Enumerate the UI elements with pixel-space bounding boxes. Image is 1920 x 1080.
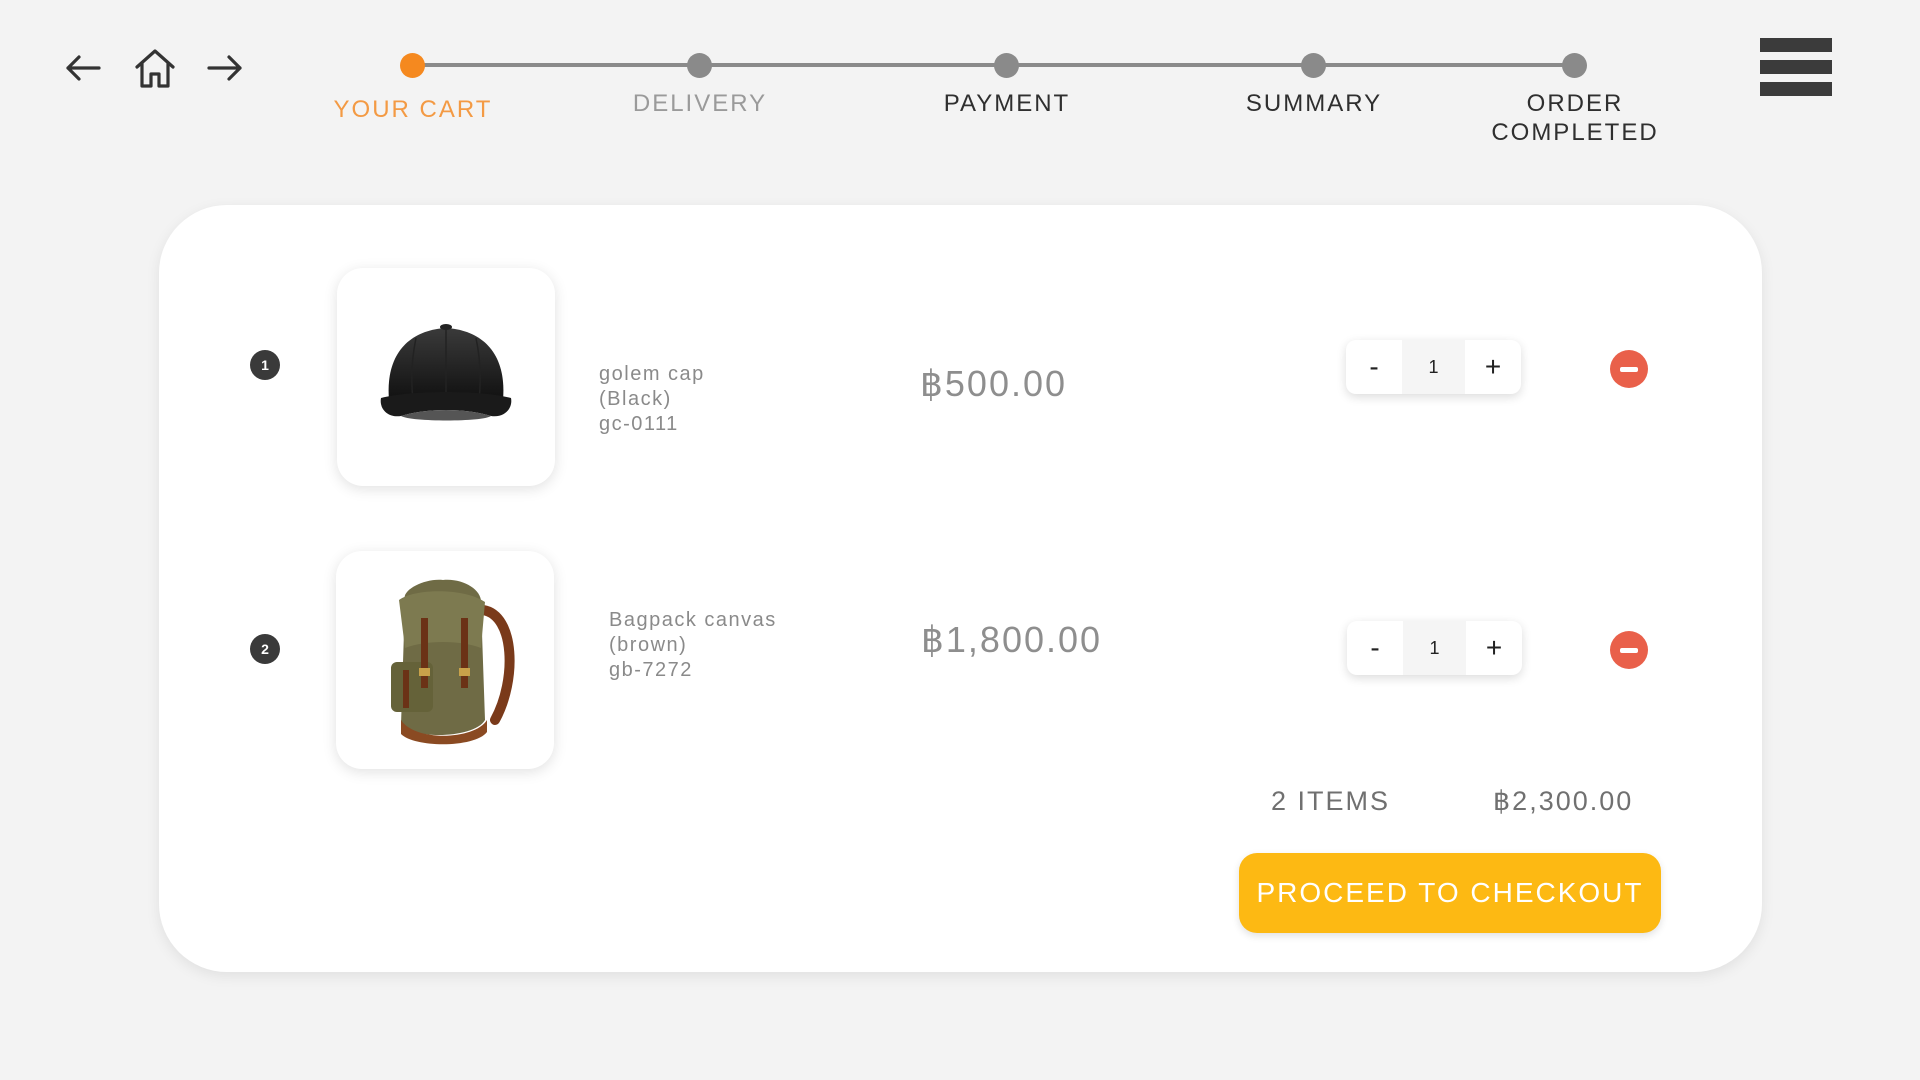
item-details: Bagpack canvas (brown) gb-7272 xyxy=(609,608,777,683)
item-variant: (brown) xyxy=(609,634,688,656)
step-label: DELIVERY xyxy=(632,90,768,117)
decrement-button[interactable]: - xyxy=(1346,340,1402,394)
forward-button[interactable] xyxy=(195,38,255,98)
item-price: ฿1,800.00 xyxy=(921,619,1103,660)
step-dot xyxy=(1562,53,1587,78)
black-cap-image xyxy=(380,324,512,421)
product-thumbnail[interactable] xyxy=(336,551,554,769)
minus-icon xyxy=(1620,366,1638,372)
arrow-right-icon xyxy=(207,55,242,81)
step-label: PAYMENT xyxy=(943,90,1071,117)
decrement-button[interactable]: - xyxy=(1347,621,1403,675)
arrow-left-icon xyxy=(66,55,101,81)
cart-total: ฿2,300.00 xyxy=(1493,786,1634,816)
quantity-stepper: - + xyxy=(1347,621,1522,675)
proceed-to-checkout-button[interactable]: PROCEED TO CHECKOUT xyxy=(1239,853,1661,933)
item-count: 2 ITEMS xyxy=(1271,786,1391,816)
menu-button[interactable] xyxy=(1760,38,1832,96)
item-number-badge: 2 xyxy=(250,634,280,664)
step-label: YOUR CART xyxy=(333,96,493,123)
home-button[interactable] xyxy=(125,38,185,98)
back-button[interactable] xyxy=(53,38,113,98)
item-sku: gc-0111 xyxy=(599,413,679,435)
item-sku: gb-7272 xyxy=(609,659,693,681)
step-label: ORDER COMPLETED xyxy=(1491,90,1659,146)
product-thumbnail[interactable] xyxy=(337,268,555,486)
quantity-stepper: - + xyxy=(1346,340,1521,394)
item-number-badge: 1 xyxy=(250,350,280,380)
quantity-input[interactable] xyxy=(1402,340,1465,394)
step-dot xyxy=(687,53,712,78)
home-icon xyxy=(135,49,175,88)
item-variant: (Black) xyxy=(599,388,672,410)
remove-item-button[interactable] xyxy=(1610,631,1648,669)
item-name: Bagpack canvas xyxy=(609,609,777,631)
step-dot-active xyxy=(400,53,425,78)
step-dot xyxy=(1301,53,1326,78)
item-name: golem cap xyxy=(599,363,705,385)
increment-button[interactable]: + xyxy=(1465,340,1521,394)
minus-icon xyxy=(1620,647,1638,653)
step-dot xyxy=(994,53,1019,78)
increment-button[interactable]: + xyxy=(1466,621,1522,675)
canvas-backpack-image xyxy=(391,579,515,745)
item-details: golem cap (Black) gc-0111 xyxy=(599,362,705,437)
step-label: SUMMARY xyxy=(1245,90,1383,117)
quantity-input[interactable] xyxy=(1403,621,1466,675)
item-price: ฿500.00 xyxy=(920,363,1068,404)
remove-item-button[interactable] xyxy=(1610,350,1648,388)
